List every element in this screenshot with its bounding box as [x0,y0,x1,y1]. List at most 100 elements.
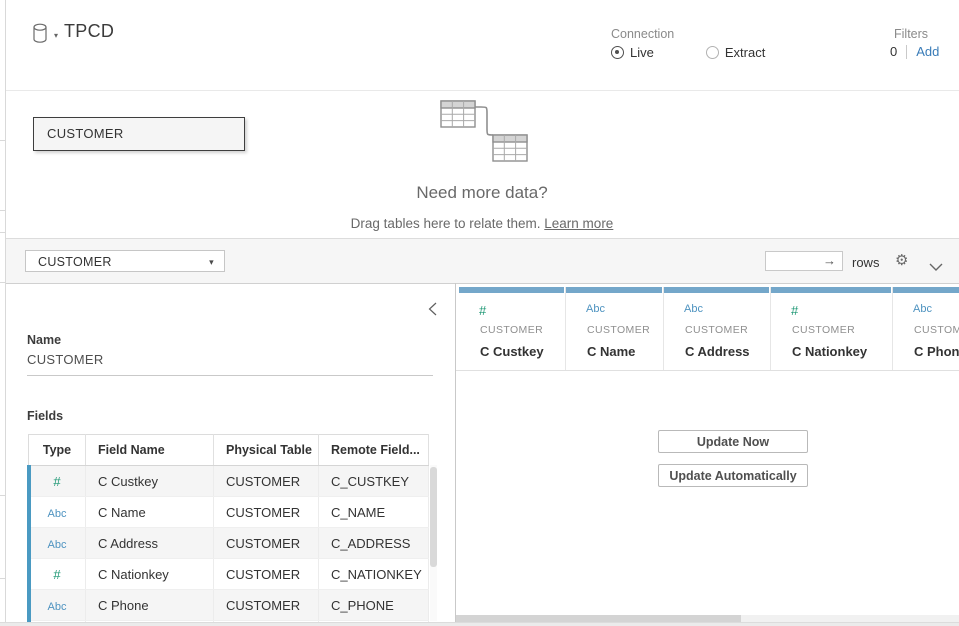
selected-rows-accent-bar [27,465,31,622]
grid-column-c-name[interactable]: Abc CUSTOMER C Name [566,287,664,371]
field-name-cell[interactable]: C Nationkey [86,559,214,590]
field-row-c-address[interactable]: Abc C Address CUSTOMER C_ADDRESS [29,528,429,559]
field-row-c-phone[interactable]: Abc C Phone CUSTOMER C_PHONE [29,590,429,621]
live-radio-label[interactable]: Live [630,45,654,60]
fields-table-header-row: Type Field Name Physical Table Remote Fi… [29,435,429,466]
string-type-icon[interactable]: Abc [48,601,67,613]
table-select-dropdown[interactable]: CUSTOMER ▾ [25,250,225,272]
physical-table-cell: CUSTOMER [214,497,319,528]
apply-arrow-icon: → [823,253,836,268]
number-type-icon: # [791,303,798,318]
fields-label: Fields [27,409,63,423]
fields-col-physical-table: Physical Table [214,435,319,466]
column-accent-bar [459,287,564,293]
column-table-name: CUSTOMER [587,324,650,336]
filters-count: 0 [890,44,897,59]
scrollbar-thumb[interactable] [456,615,741,622]
field-row-c-name[interactable]: Abc C Name CUSTOMER C_NAME [29,497,429,528]
collapsed-left-pane-edge[interactable] [0,0,6,626]
field-row-c-nationkey[interactable]: # C Nationkey CUSTOMER C_NATIONKEY [29,559,429,590]
column-accent-bar [566,287,662,293]
fields-vertical-scrollbar[interactable] [430,465,437,621]
table-select-value: CUSTOMER [38,255,112,269]
column-table-name: CUSTOMER [480,324,543,336]
string-type-icon: Abc [913,303,932,315]
remote-field-cell: C_PHONE [319,590,429,621]
filters-label: Filters [894,27,928,41]
column-table-name: CUSTOMER [685,324,748,336]
column-field-name: C Custkey [480,344,544,359]
grid-horizontal-scrollbar[interactable] [456,615,959,622]
physical-table-cell: CUSTOMER [214,590,319,621]
panel-divider[interactable] [455,283,456,622]
number-type-icon: # [479,303,486,318]
chevron-down-icon: ▾ [209,251,214,273]
gear-icon[interactable]: ⚙ [895,252,908,270]
pane-tick [0,210,5,211]
pane-tick [0,282,5,283]
physical-table-cell: CUSTOMER [214,466,319,497]
connection-label: Connection [611,27,674,41]
canvas-table-node-customer[interactable]: CUSTOMER [33,117,245,151]
connection-radio-group: Live Extract [611,45,765,60]
field-name-cell[interactable]: C Address [86,528,214,559]
pane-tick [0,232,5,233]
physical-table-cell: CUSTOMER [214,559,319,590]
learn-more-link[interactable]: Learn more [544,216,613,231]
pane-tick [0,495,5,496]
grid-column-c-phone[interactable]: Abc CUSTOMER C Phone [893,287,959,371]
column-accent-bar [771,287,891,293]
fields-table: Type Field Name Physical Table Remote Fi… [28,434,429,622]
field-row-c-custkey[interactable]: # C Custkey CUSTOMER C_CUSTKEY [29,466,429,497]
extract-radio[interactable] [706,46,719,59]
filters-add-link[interactable]: Add [916,44,939,59]
datasource-header: ▾ TPCD Connection Live Extract Filters 0… [6,0,959,91]
rows-label: rows [852,255,879,270]
pane-tick [0,578,5,579]
empty-state-heading: Need more data? [282,183,682,203]
live-radio[interactable] [611,46,624,59]
field-name-cell[interactable]: C Phone [86,590,214,621]
fields-col-field-name: Field Name [86,435,214,466]
filters-controls: 0 Add [890,44,939,59]
collapse-panel-button[interactable] [428,302,440,316]
scrollbar-thumb[interactable] [430,467,437,567]
column-field-name: C Phone [914,344,959,359]
string-type-icon: Abc [586,303,605,315]
field-row-partial [29,621,429,623]
column-field-name: C Nationkey [792,344,867,359]
remote-field-cell: C_NAME [319,497,429,528]
update-now-button[interactable]: Update Now [658,430,808,453]
string-type-icon[interactable]: Abc [48,539,67,551]
grid-header-divider [456,370,959,371]
number-type-icon[interactable]: # [53,474,60,489]
column-table-name: CUSTOMER [792,324,855,336]
table-name-input[interactable]: CUSTOMER [27,352,433,376]
related-tables-illustration-icon [438,94,533,171]
extract-radio-label[interactable]: Extract [725,45,765,60]
pane-tick [0,140,5,141]
number-type-icon[interactable]: # [53,567,60,582]
grid-column-c-custkey[interactable]: # CUSTOMER C Custkey [459,287,566,371]
update-automatically-button[interactable]: Update Automatically [658,464,808,487]
rows-count-input[interactable]: → [765,251,843,271]
bottom-edge-strip [0,622,959,626]
grid-column-c-address[interactable]: Abc CUSTOMER C Address [664,287,771,371]
collapse-preview-chevron-icon[interactable] [929,258,943,276]
remote-field-cell: C_CUSTKEY [319,466,429,497]
datasource-menu-button[interactable]: ▾ [32,23,62,45]
database-icon [32,31,49,48]
empty-state-subtext-text: Drag tables here to relate them. [351,216,545,231]
physical-table-cell: CUSTOMER [214,528,319,559]
grid-column-c-nationkey[interactable]: # CUSTOMER C Nationkey [771,287,893,371]
empty-state-subtext: Drag tables here to relate them. Learn m… [232,216,732,231]
column-table-name: CUSTOMER [914,324,959,336]
field-name-cell[interactable]: C Name [86,497,214,528]
fields-col-type: Type [29,435,86,466]
name-label: Name [27,333,61,347]
column-accent-bar [893,287,959,293]
datasource-title: TPCD [64,21,114,42]
remote-field-cell: C_NATIONKEY [319,559,429,590]
field-name-cell[interactable]: C Custkey [86,466,214,497]
string-type-icon[interactable]: Abc [48,508,67,520]
